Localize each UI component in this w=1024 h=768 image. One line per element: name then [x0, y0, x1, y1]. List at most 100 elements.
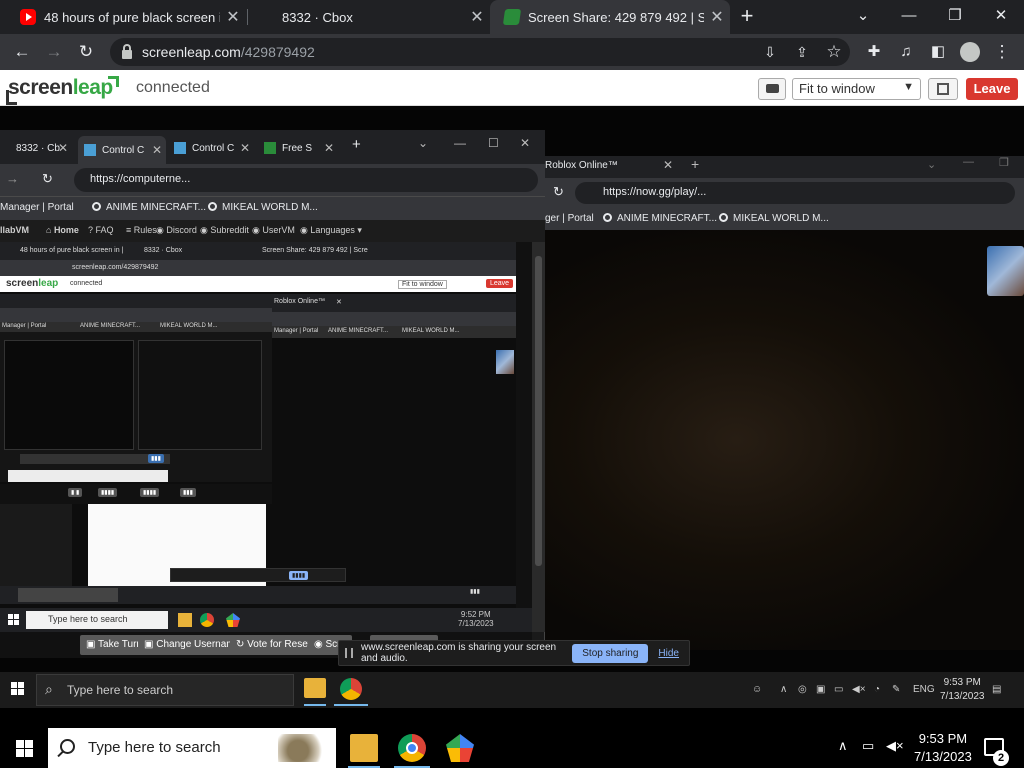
remote-tab: Control C ✕ [174, 136, 254, 160]
restore-button[interactable]: ❐ [932, 0, 978, 34]
monitor-icon [174, 142, 186, 154]
reload-button[interactable]: ↻ [74, 40, 98, 64]
nested-right-tabstrip: Roblox Online™ ✕ [272, 294, 516, 312]
fullscreen-button[interactable] [928, 78, 958, 100]
close-window-button[interactable]: ✕ [978, 0, 1024, 34]
site-brand: llabVM [0, 225, 30, 235]
tray-icon: ▣ [816, 684, 826, 695]
person-icon: ☺ [752, 684, 763, 695]
lock-icon [122, 43, 132, 59]
mute-icon[interactable]: ◀× [886, 738, 904, 754]
remote-left-address-bar: https://computerne... [74, 168, 538, 192]
youtube-icon [20, 9, 36, 25]
favicon-icon [264, 142, 276, 154]
network-icon[interactable]: ▭ [862, 738, 874, 754]
tab-title: 48 hours of pure black screen in | [44, 9, 220, 25]
forward-button[interactable]: → [42, 40, 66, 64]
chrome-icon[interactable] [398, 734, 426, 762]
monitor-icon [84, 144, 96, 156]
new-tab-icon[interactable]: + [691, 156, 699, 172]
close-icon[interactable]: ✕ [464, 7, 490, 27]
folder-icon [304, 678, 326, 698]
close-icon[interactable]: ✕ [663, 158, 673, 172]
share-icon[interactable]: ⇪ [790, 40, 814, 64]
windows-start-button[interactable] [16, 740, 33, 757]
close-icon[interactable]: ✕ [704, 7, 730, 27]
chrome-icon [200, 613, 214, 627]
remote-tab: Free S ✕ [264, 136, 338, 160]
tab-search-chevron-icon[interactable]: ⌄ [840, 0, 886, 34]
tray-icon: ◎ [798, 684, 807, 695]
scrollbar-thumb[interactable] [535, 256, 542, 566]
bookmark-item: MIKEAL WORLD M... [208, 202, 318, 213]
language-indicator: ENG [913, 684, 935, 695]
view-mode-select[interactable]: Fit to window ▼ [792, 78, 921, 100]
new-tab-button[interactable]: + [734, 4, 760, 30]
taskbar: Type here to search ∧ ▭ ◀× 9:53 PM 7/13/2… [0, 728, 1024, 768]
scrollbar[interactable] [532, 242, 545, 632]
browser-tabstrip: 48 hours of pure black screen in | ✕ 833… [0, 0, 1024, 34]
remote-left-toolbar: → ↻ https://computerne... [0, 164, 545, 196]
restore-icon: ☐ [488, 136, 499, 150]
bookmark-star-icon[interactable]: ☆ [822, 40, 846, 64]
tab-youtube[interactable]: 48 hours of pure black screen in | ✕ [0, 0, 246, 34]
vm-clock: 9:52 PM 7/13/2023 [458, 610, 494, 628]
game-background [545, 230, 1024, 650]
nav-home: ⌂ Home [46, 225, 79, 235]
chat-icon [766, 84, 779, 93]
remote-search-box: ⌕ Type here to search [36, 674, 294, 706]
collabvm-nav: llabVM ⌂ Home ? FAQ ≡ Rules ◉ Discord ◉ … [0, 220, 545, 242]
nav-rules: ≡ Rules [126, 225, 157, 235]
mute-icon: ◀× [852, 684, 866, 695]
stop-sharing-button[interactable]: Stop sharing [572, 643, 649, 663]
back-button[interactable]: ← [10, 40, 34, 64]
remote-tab: 8332 · Cb ✕ [16, 141, 68, 155]
tab-cbox[interactable]: 8332 · Cbox ✕ [262, 0, 490, 34]
remote-right-toolbar: ↻ https://now.gg/play/... [545, 178, 1024, 208]
minimize-icon: — [454, 136, 466, 150]
chevron-up-icon: ∧ [780, 684, 788, 695]
side-panel-icon[interactable]: ◧ [926, 40, 950, 64]
chevron-down-icon: ⌄ [418, 136, 429, 150]
screenleap-header: screenleap connected Fit to window ▼ [0, 70, 1024, 106]
taskbar-clock[interactable]: 9:53 PM 7/13/2023 [914, 730, 972, 766]
menu-kebab-icon[interactable]: ⋮ [990, 40, 1014, 64]
media-control-icon[interactable]: ♫ [894, 40, 918, 64]
app-icon[interactable] [446, 734, 474, 762]
app-icon [226, 613, 240, 627]
remote-right-address-bar: https://now.gg/play/... [575, 182, 1015, 204]
tab-title[interactable]: Roblox Online™ [545, 160, 618, 171]
windows-start-icon [8, 614, 20, 626]
browser-toolbar: ← → ↻ screenleap.com/429879492 ⇩ ⇪ ☆ ✚ ♫… [0, 34, 1024, 70]
notification-badge: 2 [993, 750, 1009, 766]
leave-button[interactable]: Leave [966, 78, 1018, 100]
remote-right-tabstrip: Roblox Online™ ✕ + ⌄ — ❐ [545, 156, 1024, 178]
sharing-notification: www.screenleap.com is sharing your scree… [338, 640, 690, 666]
extensions-icon[interactable]: ✚ [862, 40, 886, 64]
notification-icon: ▤ [992, 684, 1002, 695]
battery-icon: ▭ [834, 684, 844, 695]
reload-icon: ↻ [553, 184, 564, 199]
remote-left-tabstrip: 8332 · Cb ✕ Control C ✕ Control C ✕ Free S ✕… [0, 130, 545, 164]
bookmark-item: Manager | Portal [0, 202, 74, 213]
chevron-down-icon: ▼ [903, 81, 914, 93]
forward-icon: → [6, 171, 19, 186]
shared-screen[interactable]: Roblox Online™ ✕ + ⌄ — ❐ ↻ https://now.g… [0, 106, 1024, 708]
install-icon[interactable]: ⇩ [758, 40, 782, 64]
chevron-down-icon: ⌄ [927, 159, 937, 171]
address-bar[interactable]: screenleap.com/429879492 [110, 38, 850, 66]
tab-screen-share[interactable]: Screen Share: 429 879 492 | Scre ✕ [490, 0, 730, 34]
file-explorer-icon[interactable] [350, 734, 378, 762]
taskbar-search-box[interactable]: Type here to search [48, 728, 336, 768]
chevron-up-icon[interactable]: ∧ [838, 738, 848, 754]
bookmark-item: MIKEAL WORLD M... [719, 213, 829, 224]
minimize-button[interactable]: — [886, 0, 932, 34]
hide-link[interactable]: Hide [658, 648, 679, 659]
nested-toolbar: screenleap.com/429879492 [0, 260, 516, 276]
close-icon[interactable]: ✕ [220, 7, 246, 27]
chat-button[interactable] [758, 78, 786, 100]
tab-title: 8332 · Cbox [282, 9, 353, 25]
remote-left-bookmarks: Manager | Portal ANIME MINECRAFT... MIKE… [0, 196, 545, 220]
profile-avatar[interactable] [960, 42, 980, 62]
vm-screen: 48 hours of pure black screen in | 8332 … [0, 242, 532, 632]
